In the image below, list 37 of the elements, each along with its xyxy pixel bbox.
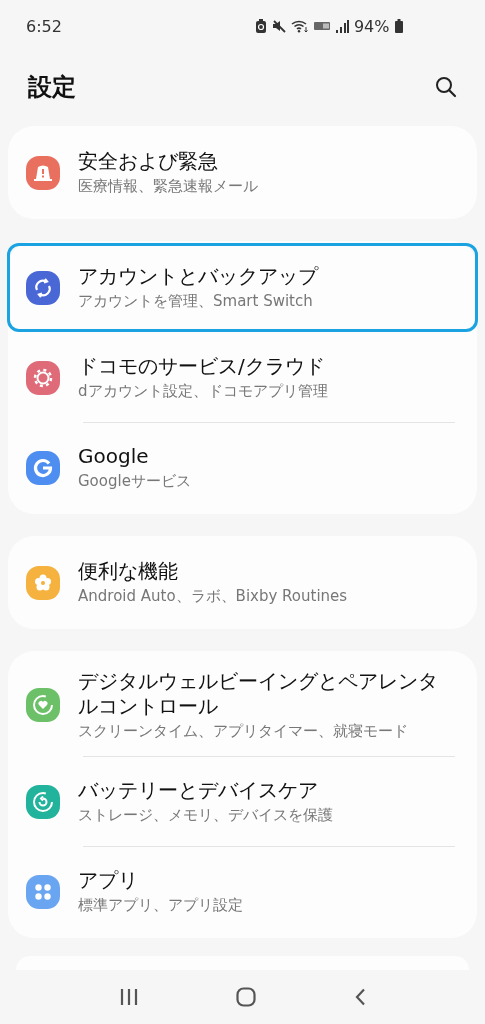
item-subtitle: ストレージ、メモリ、デバイスを保護 bbox=[78, 806, 333, 826]
item-subtitle: アカウントを管理、Smart Switch bbox=[78, 292, 314, 312]
battery-icon bbox=[394, 19, 403, 34]
item-title: アカウントとバックアップ bbox=[78, 264, 318, 290]
item-title: アプリ bbox=[78, 868, 139, 894]
search-icon[interactable] bbox=[435, 76, 457, 99]
recents-icon[interactable] bbox=[118, 987, 139, 1006]
item-title: バッテリーとデバイスケア bbox=[78, 778, 319, 804]
item-subtitle: dアカウント設定、ドコモアプリ管理 bbox=[78, 382, 328, 402]
settings-item[interactable]: アカウントとバックアップ アカウントを管理、Smart Switch bbox=[7, 242, 478, 332]
settings-item[interactable]: Google Googleサービス bbox=[7, 422, 478, 512]
item-title: Google bbox=[78, 444, 150, 470]
back-icon[interactable] bbox=[354, 987, 367, 1006]
home-icon[interactable] bbox=[236, 986, 257, 1007]
status-time: 6:52 bbox=[26, 16, 62, 36]
settings-item[interactable]: アプリ 標準アプリ、アプリ設定 bbox=[7, 846, 478, 936]
settings-item[interactable]: 安全および緊急 医療情報、緊急速報メール bbox=[7, 127, 478, 217]
settings-item[interactable]: ドコモのサービス/クラウド dアカウント設定、ドコモアプリ管理 bbox=[7, 332, 478, 422]
item-title: 安全および緊急 bbox=[78, 149, 219, 175]
settings-item[interactable]: 便利な機能 Android Auto、ラボ、Bixby Routines bbox=[7, 537, 478, 627]
item-title: 便利な機能 bbox=[78, 559, 179, 585]
battery-saver-icon bbox=[254, 19, 267, 34]
item-title: デジタルウェルビーイングとペアレンタルコントロール bbox=[78, 668, 439, 719]
page-title: 設定 bbox=[28, 72, 76, 104]
battery-percent: 94% bbox=[353, 16, 390, 36]
volte-icon bbox=[313, 21, 330, 32]
wifi-icon bbox=[290, 19, 309, 34]
item-subtitle: スクリーンタイム、アプリタイマー、就寝モード bbox=[78, 721, 409, 741]
item-subtitle: Android Auto、ラボ、Bixby Routines bbox=[78, 587, 348, 607]
settings-item[interactable]: バッテリーとデバイスケア ストレージ、メモリ、デバイスを保護 bbox=[7, 756, 478, 846]
item-subtitle: 医療情報、緊急速報メール bbox=[78, 177, 258, 197]
item-title: ドコモのサービス/クラウド bbox=[78, 354, 326, 380]
item-subtitle: 標準アプリ、アプリ設定 bbox=[78, 896, 243, 916]
item-subtitle: Googleサービス bbox=[78, 472, 191, 492]
signal-icon bbox=[334, 19, 349, 34]
settings-item[interactable]: デジタルウェルビーイングとペアレンタルコントロール スクリーンタイム、アプリタイマー、就寝モード bbox=[7, 652, 478, 756]
mute-icon bbox=[271, 19, 286, 34]
